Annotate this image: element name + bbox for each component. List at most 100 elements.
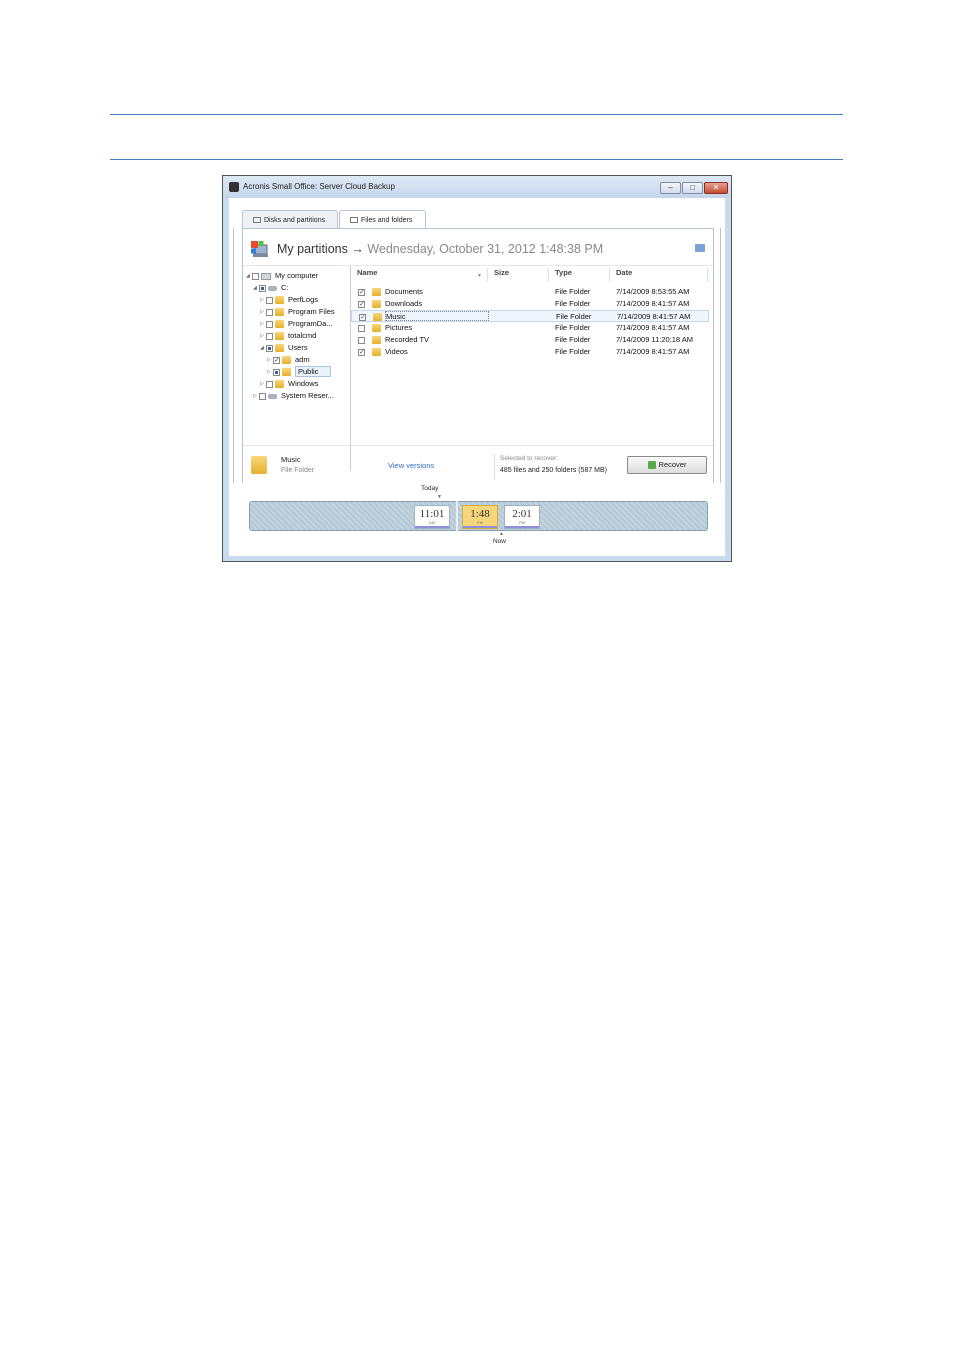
window-title: Acronis Small Office: Server Cloud Backu… [243, 182, 395, 191]
row-checkbox[interactable] [358, 324, 365, 332]
title-bar[interactable]: Acronis Small Office: Server Cloud Backu… [223, 176, 731, 198]
arrow-icon: → [351, 242, 364, 256]
minimize-button[interactable]: – [660, 182, 681, 194]
row-type: File Folder [555, 287, 591, 296]
tree-checkbox[interactable] [252, 272, 259, 280]
selected-item-type: File Folder [281, 467, 315, 474]
row-date: 7/14/2009 8:41:57 AM [616, 323, 690, 332]
row-name: Pictures [385, 323, 413, 332]
tree-node-my-computer[interactable]: ◢ My computer [246, 270, 318, 281]
row-name: Documents [385, 287, 423, 296]
window-client: Disks and partitions Files and folders M… [229, 198, 725, 556]
tree-node-users[interactable]: ◢ Users [260, 342, 308, 353]
row-checkbox[interactable] [358, 287, 365, 299]
tree-checkbox[interactable] [273, 355, 280, 366]
tree-checkbox[interactable] [266, 308, 273, 316]
selected-to-recover-label: Selected to recover: [500, 455, 558, 462]
table-row[interactable]: Recorded TV File Folder 7/14/2009 11:20:… [351, 334, 709, 346]
sort-arrow-icon: ▼ [477, 273, 482, 279]
tree-label: System Reser... [281, 391, 334, 400]
column-separator[interactable] [609, 268, 610, 282]
view-versions-link[interactable]: View versions [388, 461, 434, 470]
page-title: My partitions → Wednesday, October 31, 2… [277, 242, 603, 256]
column-separator[interactable] [707, 268, 708, 282]
tree-node-programdata[interactable]: ▷ ProgramDa... [260, 318, 333, 329]
row-name: Videos [385, 347, 408, 356]
table-row-selected[interactable]: Music File Folder 7/14/2009 8:41:57 AM [351, 310, 709, 324]
tree-node-program-files[interactable]: ▷ Program Files [260, 306, 335, 317]
tree-checkbox[interactable] [273, 368, 280, 376]
row-checkbox[interactable] [359, 312, 366, 324]
column-separator[interactable] [548, 268, 549, 282]
folder-icon [275, 332, 284, 341]
tree-label: Public [295, 366, 332, 377]
column-header-size[interactable]: Size [494, 268, 509, 282]
maximize-button[interactable]: □ [682, 182, 703, 194]
row-type: File Folder [555, 347, 591, 356]
tree-label: PerfLogs [288, 295, 319, 304]
tree-node-adm[interactable]: ▷adm [267, 354, 310, 366]
row-checkbox[interactable] [358, 299, 365, 311]
message-icon[interactable] [695, 244, 705, 252]
table-row[interactable]: Videos File Folder 7/14/2009 8:41:57 AM [351, 346, 709, 359]
now-marker-icon: ▲ [499, 531, 504, 537]
tree-node-drive-c[interactable]: ◢ C: [253, 282, 289, 293]
computer-icon [261, 272, 271, 280]
tree-checkbox[interactable] [266, 320, 273, 328]
list-icon [350, 217, 358, 224]
backup-slot[interactable]: 11:01 AM [414, 505, 450, 529]
table-row[interactable]: Documents File Folder 7/14/2009 8:53:55 … [351, 286, 709, 299]
tree-node-system-reserved[interactable]: ▷ System Reser... [253, 390, 334, 401]
computer-icon [251, 241, 268, 257]
column-separator[interactable] [487, 268, 488, 282]
tab-label: Disks and partitions [264, 217, 326, 224]
tree-label: ProgramDa... [288, 319, 333, 328]
slot-bar [415, 526, 449, 528]
tree-checkbox[interactable] [266, 296, 273, 304]
table-row[interactable]: Pictures File Folder 7/14/2009 8:41:57 A… [351, 322, 709, 334]
backup-slot[interactable]: 2:01 PM [504, 505, 540, 529]
row-checkbox[interactable] [358, 347, 365, 359]
row-name: Recorded TV [385, 335, 430, 344]
panel-header: My partitions → Wednesday, October 31, 2… [243, 229, 713, 266]
tree-node-windows[interactable]: ▷ Windows [260, 378, 318, 389]
close-button[interactable]: ✕ [704, 182, 728, 194]
tree-checkbox[interactable] [259, 284, 266, 292]
tree-node-public[interactable]: ▷ Public [267, 366, 332, 377]
folder-icon [275, 344, 284, 353]
slot-time: 2:01 [512, 508, 532, 520]
selected-item-name: Music [281, 455, 301, 464]
tree-checkbox[interactable] [266, 344, 273, 352]
slot-bar [463, 526, 497, 528]
tree-node-perflogs[interactable]: ▷ PerfLogs [260, 294, 318, 305]
today-marker-icon: ▼ [437, 494, 442, 500]
selected-to-recover-value: 485 files and 250 folders (587 MB) [500, 467, 608, 474]
column-header-name[interactable]: Name [357, 268, 377, 282]
tree-node-totalcmd[interactable]: ▷ totalcmd [260, 330, 316, 341]
row-date: 7/14/2009 11:20:18 AM [616, 335, 694, 344]
divider [494, 454, 495, 480]
folder-icon [372, 324, 381, 333]
top-rule [110, 114, 843, 115]
tab-disks-and-partitions[interactable]: Disks and partitions [242, 210, 338, 229]
folder-icon [373, 313, 382, 322]
row-type: File Folder [555, 299, 591, 308]
tree-label: totalcmd [288, 331, 317, 340]
folder-icon [275, 380, 284, 389]
folder-icon [251, 456, 267, 474]
files-panel: My partitions → Wednesday, October 31, 2… [242, 228, 714, 508]
tree-checkbox[interactable] [266, 332, 273, 340]
tree-checkbox[interactable] [259, 392, 266, 400]
column-header-type[interactable]: Type [555, 268, 572, 282]
tree-label: Users [288, 343, 308, 352]
tab-files-and-folders[interactable]: Files and folders [339, 210, 426, 229]
today-label: Today [421, 485, 439, 492]
row-checkbox[interactable] [358, 336, 365, 344]
row-date: 7/14/2009 8:53:55 AM [616, 287, 690, 296]
tree-label: My computer [275, 271, 319, 280]
table-row[interactable]: Downloads File Folder 7/14/2009 8:41:57 … [351, 298, 709, 311]
recover-button[interactable]: Recover [627, 456, 707, 474]
column-header-date[interactable]: Date [616, 268, 632, 282]
tree-checkbox[interactable] [266, 380, 273, 388]
backup-slot-selected[interactable]: 1:48 PM [462, 505, 498, 529]
